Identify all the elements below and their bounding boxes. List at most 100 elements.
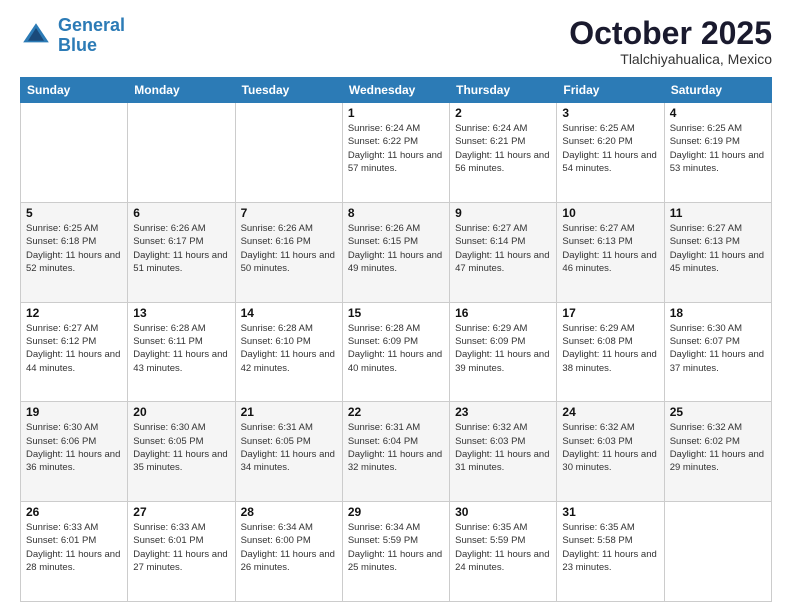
day-cell: 20 Sunrise: 6:30 AM Sunset: 6:05 PM Dayli… bbox=[128, 402, 235, 502]
day-cell bbox=[128, 103, 235, 203]
day-cell: 6 Sunrise: 6:26 AM Sunset: 6:17 PM Daylig… bbox=[128, 202, 235, 302]
day-info: Sunrise: 6:27 AM Sunset: 6:13 PM Dayligh… bbox=[562, 222, 658, 275]
day-info: Sunrise: 6:32 AM Sunset: 6:03 PM Dayligh… bbox=[562, 421, 658, 474]
day-number: 7 bbox=[241, 206, 337, 220]
day-info: Sunrise: 6:29 AM Sunset: 6:09 PM Dayligh… bbox=[455, 322, 551, 375]
day-info: Sunrise: 6:32 AM Sunset: 6:03 PM Dayligh… bbox=[455, 421, 551, 474]
week-row-5: 26 Sunrise: 6:33 AM Sunset: 6:01 PM Dayli… bbox=[21, 502, 772, 602]
day-info: Sunrise: 6:27 AM Sunset: 6:13 PM Dayligh… bbox=[670, 222, 766, 275]
day-number: 10 bbox=[562, 206, 658, 220]
day-info: Sunrise: 6:32 AM Sunset: 6:02 PM Dayligh… bbox=[670, 421, 766, 474]
location: Tlalchiyahualica, Mexico bbox=[569, 51, 772, 67]
day-cell: 15 Sunrise: 6:28 AM Sunset: 6:09 PM Dayli… bbox=[342, 302, 449, 402]
day-cell: 10 Sunrise: 6:27 AM Sunset: 6:13 PM Dayli… bbox=[557, 202, 664, 302]
weekday-header-thursday: Thursday bbox=[450, 78, 557, 103]
day-info: Sunrise: 6:25 AM Sunset: 6:18 PM Dayligh… bbox=[26, 222, 122, 275]
day-info: Sunrise: 6:35 AM Sunset: 5:59 PM Dayligh… bbox=[455, 521, 551, 574]
day-number: 27 bbox=[133, 505, 229, 519]
day-info: Sunrise: 6:33 AM Sunset: 6:01 PM Dayligh… bbox=[133, 521, 229, 574]
day-cell: 11 Sunrise: 6:27 AM Sunset: 6:13 PM Dayli… bbox=[664, 202, 771, 302]
day-info: Sunrise: 6:27 AM Sunset: 6:12 PM Dayligh… bbox=[26, 322, 122, 375]
week-row-2: 5 Sunrise: 6:25 AM Sunset: 6:18 PM Daylig… bbox=[21, 202, 772, 302]
calendar-table: SundayMondayTuesdayWednesdayThursdayFrid… bbox=[20, 77, 772, 602]
day-number: 25 bbox=[670, 405, 766, 419]
day-cell: 1Sunrise: 6:24 AM Sunset: 6:22 PM Daylig… bbox=[342, 103, 449, 203]
day-cell: 13Sunrise: 6:28 AM Sunset: 6:11 PM Dayli… bbox=[128, 302, 235, 402]
day-cell: 28Sunrise: 6:34 AM Sunset: 6:00 PM Dayli… bbox=[235, 502, 342, 602]
weekday-header-saturday: Saturday bbox=[664, 78, 771, 103]
day-info: Sunrise: 6:28 AM Sunset: 6:09 PM Dayligh… bbox=[348, 322, 444, 375]
day-number: 12 bbox=[26, 306, 122, 320]
day-cell bbox=[21, 103, 128, 203]
day-cell: 27 Sunrise: 6:33 AM Sunset: 6:01 PM Dayli… bbox=[128, 502, 235, 602]
day-number: 8 bbox=[348, 206, 444, 220]
weekday-header-sunday: Sunday bbox=[21, 78, 128, 103]
logo-text: General Blue bbox=[58, 16, 125, 56]
day-cell: 19 Sunrise: 6:30 AM Sunset: 6:06 PM Dayli… bbox=[21, 402, 128, 502]
day-info: Sunrise: 6:31 AM Sunset: 6:05 PM Dayligh… bbox=[241, 421, 337, 474]
day-cell: 4 Sunrise: 6:25 AM Sunset: 6:19 PM Daylig… bbox=[664, 103, 771, 203]
week-row-3: 12 Sunrise: 6:27 AM Sunset: 6:12 PM Dayli… bbox=[21, 302, 772, 402]
day-cell: 7Sunrise: 6:26 AM Sunset: 6:16 PM Daylig… bbox=[235, 202, 342, 302]
day-number: 31 bbox=[562, 505, 658, 519]
day-cell: 18Sunrise: 6:30 AM Sunset: 6:07 PM Dayli… bbox=[664, 302, 771, 402]
day-cell: 25 Sunrise: 6:32 AM Sunset: 6:02 PM Dayli… bbox=[664, 402, 771, 502]
day-info: Sunrise: 6:30 AM Sunset: 6:06 PM Dayligh… bbox=[26, 421, 122, 474]
day-number: 29 bbox=[348, 505, 444, 519]
day-info: Sunrise: 6:30 AM Sunset: 6:05 PM Dayligh… bbox=[133, 421, 229, 474]
day-cell: 17 Sunrise: 6:29 AM Sunset: 6:08 PM Dayli… bbox=[557, 302, 664, 402]
header: General Blue October 2025 Tlalchiyahuali… bbox=[20, 16, 772, 67]
day-number: 4 bbox=[670, 106, 766, 120]
day-info: Sunrise: 6:26 AM Sunset: 6:17 PM Dayligh… bbox=[133, 222, 229, 275]
week-row-4: 19 Sunrise: 6:30 AM Sunset: 6:06 PM Dayli… bbox=[21, 402, 772, 502]
day-info: Sunrise: 6:30 AM Sunset: 6:07 PM Dayligh… bbox=[670, 322, 766, 375]
page: General Blue October 2025 Tlalchiyahuali… bbox=[0, 0, 792, 612]
day-number: 23 bbox=[455, 405, 551, 419]
day-number: 15 bbox=[348, 306, 444, 320]
day-cell: 31 Sunrise: 6:35 AM Sunset: 5:58 PM Dayli… bbox=[557, 502, 664, 602]
day-number: 16 bbox=[455, 306, 551, 320]
day-info: Sunrise: 6:31 AM Sunset: 6:04 PM Dayligh… bbox=[348, 421, 444, 474]
day-number: 9 bbox=[455, 206, 551, 220]
day-info: Sunrise: 6:29 AM Sunset: 6:08 PM Dayligh… bbox=[562, 322, 658, 375]
day-cell: 2 Sunrise: 6:24 AM Sunset: 6:21 PM Daylig… bbox=[450, 103, 557, 203]
day-number: 14 bbox=[241, 306, 337, 320]
day-info: Sunrise: 6:28 AM Sunset: 6:10 PM Dayligh… bbox=[241, 322, 337, 375]
logo-icon bbox=[20, 20, 52, 52]
day-number: 11 bbox=[670, 206, 766, 220]
day-number: 5 bbox=[26, 206, 122, 220]
day-cell: 22Sunrise: 6:31 AM Sunset: 6:04 PM Dayli… bbox=[342, 402, 449, 502]
day-cell: 16 Sunrise: 6:29 AM Sunset: 6:09 PM Dayli… bbox=[450, 302, 557, 402]
day-number: 20 bbox=[133, 405, 229, 419]
day-cell: 14 Sunrise: 6:28 AM Sunset: 6:10 PM Dayli… bbox=[235, 302, 342, 402]
day-cell: 26 Sunrise: 6:33 AM Sunset: 6:01 PM Dayli… bbox=[21, 502, 128, 602]
day-number: 19 bbox=[26, 405, 122, 419]
day-cell: 23 Sunrise: 6:32 AM Sunset: 6:03 PM Dayli… bbox=[450, 402, 557, 502]
day-number: 26 bbox=[26, 505, 122, 519]
day-info: Sunrise: 6:25 AM Sunset: 6:19 PM Dayligh… bbox=[670, 122, 766, 175]
day-cell: 24 Sunrise: 6:32 AM Sunset: 6:03 PM Dayli… bbox=[557, 402, 664, 502]
day-info: Sunrise: 6:27 AM Sunset: 6:14 PM Dayligh… bbox=[455, 222, 551, 275]
day-info: Sunrise: 6:25 AM Sunset: 6:20 PM Dayligh… bbox=[562, 122, 658, 175]
day-info: Sunrise: 6:35 AM Sunset: 5:58 PM Dayligh… bbox=[562, 521, 658, 574]
day-info: Sunrise: 6:34 AM Sunset: 6:00 PM Dayligh… bbox=[241, 521, 337, 574]
day-info: Sunrise: 6:24 AM Sunset: 6:21 PM Dayligh… bbox=[455, 122, 551, 175]
weekday-header-tuesday: Tuesday bbox=[235, 78, 342, 103]
day-cell: 29Sunrise: 6:34 AM Sunset: 5:59 PM Dayli… bbox=[342, 502, 449, 602]
day-cell bbox=[235, 103, 342, 203]
day-cell: 9 Sunrise: 6:27 AM Sunset: 6:14 PM Daylig… bbox=[450, 202, 557, 302]
day-cell bbox=[664, 502, 771, 602]
day-number: 17 bbox=[562, 306, 658, 320]
day-number: 6 bbox=[133, 206, 229, 220]
day-number: 2 bbox=[455, 106, 551, 120]
day-info: Sunrise: 6:33 AM Sunset: 6:01 PM Dayligh… bbox=[26, 521, 122, 574]
day-cell: 12 Sunrise: 6:27 AM Sunset: 6:12 PM Dayli… bbox=[21, 302, 128, 402]
logo-line1: General bbox=[58, 15, 125, 35]
weekday-header-monday: Monday bbox=[128, 78, 235, 103]
day-number: 24 bbox=[562, 405, 658, 419]
month-title: October 2025 bbox=[569, 16, 772, 51]
day-info: Sunrise: 6:28 AM Sunset: 6:11 PM Dayligh… bbox=[133, 322, 229, 375]
logo: General Blue bbox=[20, 16, 125, 56]
weekday-header-wednesday: Wednesday bbox=[342, 78, 449, 103]
weekday-header-friday: Friday bbox=[557, 78, 664, 103]
